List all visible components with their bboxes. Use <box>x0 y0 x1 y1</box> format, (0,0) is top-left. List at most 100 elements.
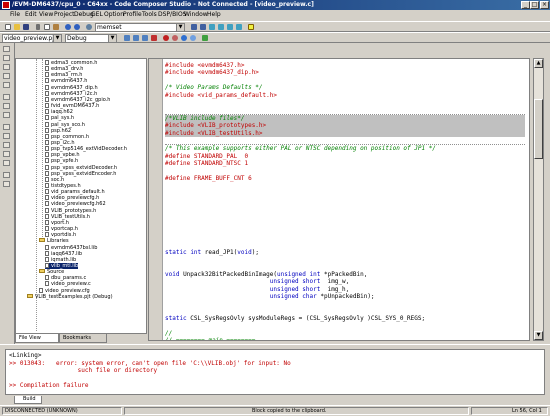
animate-icon[interactable] <box>3 112 10 118</box>
tree-file[interactable]: evmdm6437_i2c.h <box>45 90 97 97</box>
code-line[interactable] <box>165 197 525 204</box>
tree-file[interactable]: edma3_rm.h <box>45 72 82 78</box>
code-line[interactable]: /* This example supports either PAL or N… <box>165 145 525 152</box>
code-line[interactable]: /* Video Params Defaults */ <box>165 84 525 91</box>
minimize-button[interactable]: _ <box>521 1 530 9</box>
profiler-icon[interactable] <box>201 34 209 42</box>
menu-gel[interactable]: GEL <box>91 11 103 18</box>
chevron-down-icon[interactable]: ▼ <box>108 35 116 42</box>
code-line[interactable] <box>165 77 525 84</box>
graph-icon[interactable] <box>3 172 10 178</box>
registers-icon[interactable] <box>3 124 10 130</box>
remove-breakpoints-icon[interactable] <box>171 34 179 42</box>
tree-file[interactable]: evmdm6437bsl.lib <box>45 244 97 251</box>
output-window[interactable]: <Linking> >> 013043: error: system error,… <box>5 349 545 395</box>
open-folder-icon[interactable] <box>13 23 21 31</box>
code-line[interactable]: // <box>165 330 525 337</box>
tab-bookmarks[interactable]: Bookmarks <box>59 334 107 343</box>
step-out-icon[interactable] <box>3 64 10 70</box>
set-pc-icon[interactable] <box>3 82 10 88</box>
code-line[interactable] <box>165 182 525 189</box>
code-line[interactable]: #include <VLIB_prototypes.h> <box>165 122 525 130</box>
tree-folder[interactable]: Source <box>39 269 64 275</box>
run-icon[interactable] <box>3 94 10 100</box>
code-line[interactable] <box>165 167 525 174</box>
tree-file[interactable]: video_previewcfg.h <box>45 195 99 201</box>
code-line[interactable] <box>165 264 525 271</box>
tree-file[interactable]: pal_sys_sco.h <box>45 121 85 128</box>
code-line[interactable]: #define FRAME_BUFF_CNT 6 <box>165 175 525 182</box>
tree-file[interactable]: fvid_evmDM6437.h <box>45 103 99 109</box>
code-line[interactable] <box>165 234 525 241</box>
save-icon[interactable] <box>22 23 30 31</box>
tree-file[interactable]: soc.h <box>45 176 64 183</box>
tree-file[interactable]: psp_common.h <box>45 133 89 140</box>
code-line[interactable] <box>165 227 525 234</box>
tree-file[interactable]: psp_vpfe.h <box>45 158 78 164</box>
tree-file[interactable]: vlib_mtl.lib <box>45 262 79 269</box>
build-config-select[interactable]: Debug ▼ <box>65 34 117 43</box>
tree-file[interactable]: iaqq6437.lib <box>45 250 82 257</box>
tree-file[interactable]: video_preview.cfg <box>39 287 90 294</box>
watch-icon[interactable] <box>3 142 10 148</box>
chevron-down-icon[interactable]: ▼ <box>176 24 184 31</box>
code-editor[interactable]: #include <evmdm6437.h> #include <evmdm643… <box>148 58 530 341</box>
tree-file[interactable]: evmdm6437.h <box>45 78 87 84</box>
code-line[interactable]: #define STANDARD_PAL 0 <box>165 153 525 160</box>
menu-option[interactable]: Option <box>104 11 124 18</box>
incremental-build-icon[interactable] <box>132 34 140 42</box>
code-line[interactable] <box>165 308 525 315</box>
menu-window[interactable]: Window <box>184 11 208 18</box>
tab-file-view[interactable]: File View <box>15 334 59 343</box>
tree-file[interactable]: psp_i2c.h <box>45 139 75 146</box>
help-icon[interactable] <box>247 23 255 31</box>
tree-file[interactable]: evmdm6437_dip.h <box>45 84 98 91</box>
tab-build[interactable]: Build <box>14 396 42 404</box>
find-icon[interactable] <box>85 23 93 31</box>
scroll-thumb[interactable] <box>534 99 543 159</box>
tree-file[interactable]: vportdis.h <box>45 232 76 238</box>
project-tree[interactable]: edma3_common.h edma3_drv.h edma3_rm.h evmdm… <box>15 58 147 334</box>
menu-profile[interactable]: Profile <box>123 11 142 18</box>
code-line[interactable]: static CSL_SysRegsOvly sysModuleRegs = (… <box>165 315 525 322</box>
bookmark-clear-icon[interactable] <box>235 23 243 31</box>
code-line[interactable] <box>165 190 525 197</box>
tree-file[interactable]: evmdm6437_i2c_gpio.h <box>45 96 110 103</box>
code-line[interactable]: #include <evmdm6437_dip.h> <box>165 69 525 76</box>
scroll-down-icon[interactable]: ▼ <box>534 331 543 340</box>
code-line[interactable]: #define STANDARD_NTSC 1 <box>165 160 525 167</box>
maximize-button[interactable]: □ <box>530 1 539 9</box>
code-line[interactable]: // ======== main ======== <box>165 337 525 340</box>
toggle-breakpoint-icon[interactable] <box>162 34 170 42</box>
tree-file[interactable]: VLIB_testUtils.h <box>45 213 90 220</box>
code-line[interactable] <box>165 99 525 106</box>
code-line[interactable]: #include <vid_params_default.h> <box>165 92 525 99</box>
code-line[interactable]: /*VLIB include files*/ <box>165 114 525 123</box>
code-line[interactable] <box>165 106 525 115</box>
tree-file[interactable]: vportcap.h <box>45 226 78 232</box>
chevron-down-icon[interactable]: ▼ <box>53 35 61 42</box>
step-over-icon[interactable] <box>3 55 10 61</box>
cut-icon[interactable] <box>34 23 42 31</box>
menu-file[interactable]: File <box>10 11 20 18</box>
editor-margin[interactable] <box>149 59 163 340</box>
bookmark-next-icon[interactable] <box>217 23 225 31</box>
bookmark-prev-icon[interactable] <box>226 23 234 31</box>
find-next-icon[interactable] <box>190 23 198 31</box>
code-line[interactable] <box>165 137 525 146</box>
tree-file[interactable]: psp_tvp5146_extVidDecoder.h <box>45 146 127 152</box>
toggle-probe-point-icon[interactable] <box>180 34 188 42</box>
stop-build-icon[interactable] <box>150 34 158 42</box>
redo-icon[interactable] <box>73 23 81 31</box>
paste-icon[interactable] <box>52 23 60 31</box>
menu-edit[interactable]: Edit <box>25 11 37 18</box>
editor-scrollbar[interactable]: ▲ ▼ <box>533 58 544 341</box>
tree-file[interactable]: psp_vpbe.h <box>45 152 80 158</box>
tree-file[interactable]: VLIB_prototypes.h <box>45 207 96 214</box>
tree-file[interactable]: dbu_params.c <box>45 275 86 281</box>
code-line[interactable]: unsigned char *pUnpackedBin); <box>165 293 525 300</box>
tree-file[interactable]: psp.h62 <box>45 127 71 134</box>
copy-icon[interactable] <box>43 23 51 31</box>
tree-file[interactable]: video_previewcfg.h62 <box>45 201 106 207</box>
call-stack-icon[interactable] <box>3 151 10 157</box>
